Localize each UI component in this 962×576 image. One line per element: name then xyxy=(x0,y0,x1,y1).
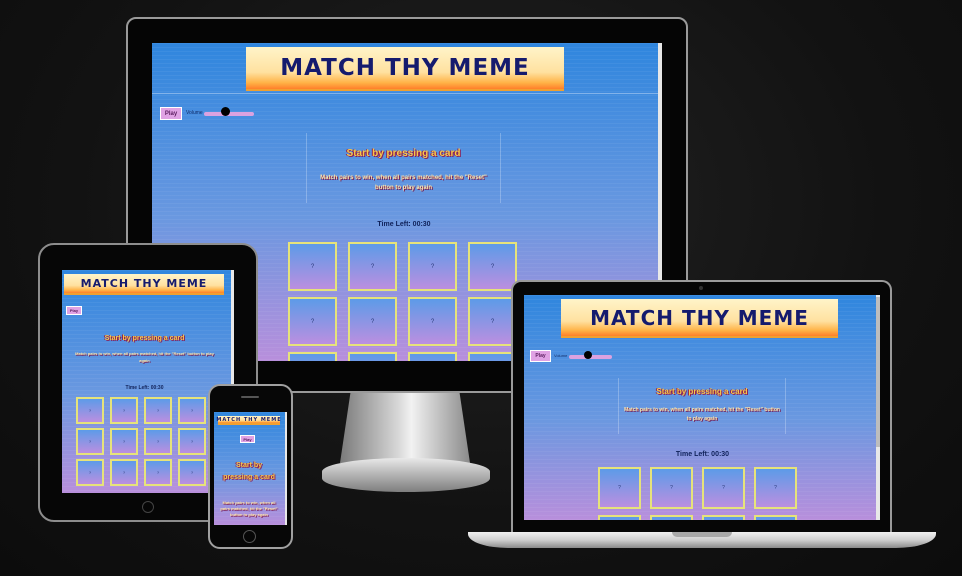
monitor-neck xyxy=(340,393,470,463)
card[interactable] xyxy=(348,352,397,361)
card[interactable]: ? xyxy=(408,242,457,291)
start-headline: Start by pressing a card xyxy=(104,335,185,342)
laptop-notch xyxy=(672,532,732,537)
card[interactable]: ? xyxy=(348,297,397,346)
card[interactable]: ? xyxy=(468,297,517,346)
card[interactable]: ? xyxy=(144,397,172,424)
volume-knob[interactable] xyxy=(221,107,230,116)
instructions-text: Match pairs to win, when all pairs match… xyxy=(624,407,780,422)
play-button[interactable]: Play xyxy=(530,350,551,362)
card[interactable]: ? xyxy=(408,297,457,346)
card[interactable] xyxy=(754,515,797,520)
game-title-banner: MATCH THY MEME xyxy=(246,47,564,91)
mockup-stage: MATCH THY MEME Play Volume Start by pres… xyxy=(0,0,962,576)
card[interactable] xyxy=(702,515,745,520)
timer-text: Time Left: 00:30 xyxy=(377,221,431,228)
card[interactable]: ? xyxy=(288,297,337,346)
instructions-text: Match pairs to win, when all pairs match… xyxy=(220,500,278,517)
card[interactable] xyxy=(288,352,337,361)
card[interactable] xyxy=(650,515,693,520)
card[interactable]: ? xyxy=(348,242,397,291)
play-button[interactable]: Play xyxy=(66,306,82,315)
card[interactable]: ? xyxy=(110,428,138,455)
timer-text: Time Left: 00:30 xyxy=(675,451,730,458)
card[interactable]: ? xyxy=(178,459,206,486)
card[interactable]: ? xyxy=(76,459,104,486)
phone-device: MATCH THY MEME Play Start by pressing a … xyxy=(208,384,293,549)
laptop-camera xyxy=(699,286,703,290)
monitor-base xyxy=(322,458,490,492)
card[interactable]: ? xyxy=(754,467,797,509)
phone-speaker xyxy=(241,396,259,398)
instructions-text: Match pairs to win, when all pairs match… xyxy=(320,175,487,191)
game-title: MATCH THY MEME xyxy=(280,55,530,81)
card[interactable] xyxy=(598,515,641,520)
card[interactable] xyxy=(468,352,517,361)
card[interactable]: ? xyxy=(110,459,138,486)
phone-home-button[interactable] xyxy=(243,530,256,543)
game-title-banner: MATCH THY MEME xyxy=(64,274,224,295)
game-title: MATCH THY MEME xyxy=(216,416,282,423)
play-button[interactable]: Play xyxy=(240,435,255,443)
card[interactable]: ? xyxy=(178,428,206,455)
phone-screen: MATCH THY MEME Play Start by pressing a … xyxy=(214,412,287,525)
timer-text: Time Left: 00:30 xyxy=(125,385,164,391)
start-headline: Start by pressing a card xyxy=(223,462,275,481)
game-title-banner: MATCH THY MEME xyxy=(561,299,838,338)
card[interactable]: ? xyxy=(650,467,693,509)
game-title: MATCH THY MEME xyxy=(590,305,809,330)
play-button[interactable]: Play xyxy=(160,107,182,120)
instructions-text: Match pairs to win, when all pairs match… xyxy=(75,351,214,363)
scrollbar-thumb[interactable] xyxy=(876,297,880,447)
card[interactable]: ? xyxy=(76,397,104,424)
start-headline: Start by pressing a card xyxy=(656,387,748,396)
card[interactable] xyxy=(408,352,457,361)
game-title: MATCH THY MEME xyxy=(80,277,208,290)
card[interactable]: ? xyxy=(598,467,641,509)
card[interactable]: ? xyxy=(144,459,172,486)
card[interactable]: ? xyxy=(110,397,138,424)
card[interactable]: ? xyxy=(702,467,745,509)
laptop-device: MATCH THY MEME Play Volume Start by pres… xyxy=(511,280,892,532)
card[interactable]: ? xyxy=(178,397,206,424)
card[interactable]: ? xyxy=(144,428,172,455)
laptop-screen: MATCH THY MEME Play Volume Start by pres… xyxy=(524,295,880,520)
card[interactable]: ? xyxy=(76,428,104,455)
start-headline: Start by pressing a card xyxy=(346,148,461,159)
card[interactable]: ? xyxy=(468,242,517,291)
volume-knob[interactable] xyxy=(584,351,592,359)
tablet-home-button[interactable] xyxy=(142,501,154,513)
scrollbar[interactable] xyxy=(285,412,287,525)
volume-label: Volume xyxy=(554,353,568,358)
game-title-banner: MATCH THY MEME xyxy=(216,416,282,425)
card[interactable]: ? xyxy=(288,242,337,291)
volume-label: Volume xyxy=(186,110,203,116)
